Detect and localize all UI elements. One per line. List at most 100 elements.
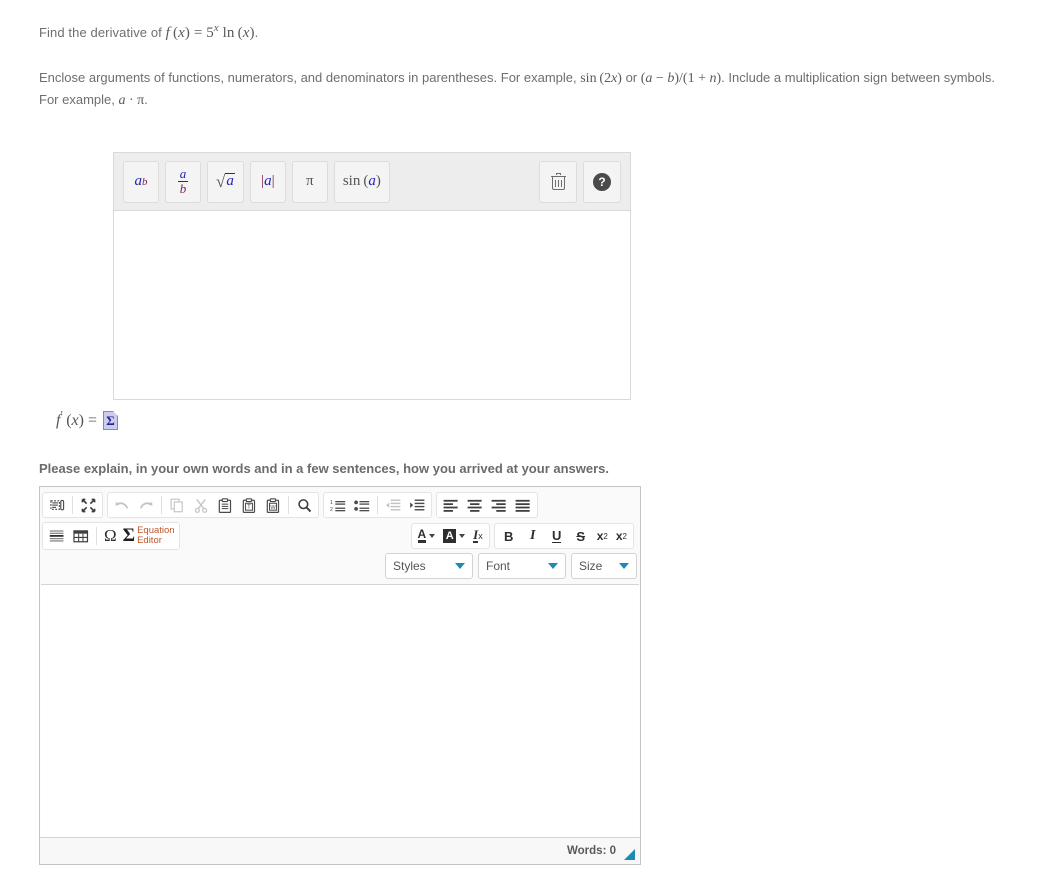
strikethrough-glyph: S (576, 528, 586, 544)
separator (72, 496, 73, 514)
text-color-icon: A (417, 527, 427, 543)
find-button[interactable] (293, 494, 315, 516)
size-select[interactable]: Size (571, 553, 637, 579)
rte-toolbar-row-1: T W 1 2 (42, 490, 638, 520)
rte-content-area[interactable] (41, 584, 639, 837)
italic-glyph: I (529, 528, 536, 543)
align-center-button[interactable] (464, 494, 486, 516)
superscript-button[interactable]: x2 (613, 525, 630, 547)
explain-prompt: Please explain, in your own words and in… (39, 461, 610, 476)
rte-group-insert: Ω Σ Equation Editor (42, 522, 180, 550)
math-input-field[interactable] (113, 210, 631, 400)
rte-group-color: A A Ix (410, 523, 490, 549)
sigma-icon: Σ (122, 525, 136, 546)
equation-editor-label: Equation Editor (137, 526, 175, 546)
increase-indent-button[interactable] (406, 494, 428, 516)
instructions-text: Enclose arguments of functions, numerato… (39, 67, 999, 111)
instructions-example-mult: a · π (118, 93, 145, 108)
instructions-example-sin: sin (2x) (580, 71, 622, 86)
equation-editor-button[interactable]: Σ Equation Editor (121, 524, 177, 548)
styles-select-label: Styles (393, 559, 426, 573)
chevron-down-icon (548, 563, 558, 569)
square-root-button[interactable]: √ a (207, 160, 244, 203)
cut-button[interactable] (190, 494, 212, 516)
underline-button[interactable]: U (546, 525, 568, 547)
align-left-button[interactable] (440, 494, 462, 516)
trash-icon (550, 173, 566, 190)
svg-text:W: W (270, 504, 276, 510)
absolute-value-button[interactable]: | a | (249, 160, 286, 203)
chevron-down-icon (619, 563, 629, 569)
separator (96, 527, 97, 545)
italic-button[interactable]: I (522, 525, 544, 547)
remove-format-sub: x (478, 531, 483, 541)
copy-button[interactable] (166, 494, 188, 516)
svg-text:1: 1 (330, 500, 333, 506)
instructions-part3: . (144, 92, 148, 107)
instructions-example-frac: (a − b)/(1 + n) (640, 71, 722, 86)
chevron-down-icon (455, 563, 465, 569)
answer-row: f′ (x) = Σ (56, 409, 118, 430)
rte-group-clipboard: T W (107, 492, 319, 518)
background-color-icon: A (443, 529, 457, 543)
word-count: Words: 0 (567, 845, 616, 857)
omega-icon: Ω (104, 526, 117, 545)
rte-group-basic-styles: B I U S x2 x2 (493, 523, 634, 549)
paste-button[interactable] (214, 494, 236, 516)
sigma-glyph: Σ (106, 412, 115, 428)
question-prefix: Find the derivative of (39, 25, 166, 40)
question-suffix: . (254, 25, 259, 40)
text-color-button[interactable]: A (415, 525, 439, 547)
separator (288, 496, 289, 514)
bulleted-list-button[interactable] (351, 494, 373, 516)
svg-text:T: T (247, 504, 251, 510)
instructions-conjunction: or (621, 70, 641, 85)
undo-button[interactable] (111, 494, 133, 516)
bold-glyph: B (504, 528, 514, 544)
equation-editor-line2: Editor (137, 535, 162, 546)
rte-toolbar: T W 1 2 Ω Σ Equation Editor A A I x B I … (40, 487, 640, 584)
subscript-button[interactable]: x2 (594, 525, 611, 547)
sine-button[interactable]: sin (a) (333, 160, 390, 203)
separator (377, 496, 378, 514)
decrease-indent-button[interactable] (382, 494, 404, 516)
align-right-button[interactable] (488, 494, 510, 516)
numbered-list-button[interactable]: 1 2 (327, 494, 349, 516)
help-button[interactable]: ? (583, 160, 621, 203)
clear-button[interactable] (539, 160, 577, 203)
subscript-glyph: x (596, 529, 604, 543)
remove-format-button[interactable]: Ix (470, 525, 486, 547)
background-color-button[interactable]: A (440, 525, 468, 547)
font-select-label: Font (486, 559, 511, 573)
styles-select[interactable]: Styles (385, 553, 473, 579)
rich-text-editor: T W 1 2 Ω Σ Equation Editor A A I x B I … (39, 486, 641, 865)
math-editor: ab a b √ a | a | π sin (a) ? (113, 152, 631, 400)
instructions-part1: Enclose arguments of functions, numerato… (39, 70, 581, 85)
rte-toolbar-row-3: Styles Font Size (42, 552, 638, 580)
underline-glyph: U (552, 528, 562, 543)
subscript-affix: 2 (603, 531, 608, 541)
pi-button[interactable]: π (291, 160, 328, 203)
help-icon: ? (593, 172, 611, 191)
bold-button[interactable]: B (498, 525, 520, 547)
redo-button[interactable] (135, 494, 157, 516)
paste-word-button[interactable]: W (262, 494, 284, 516)
strikethrough-button[interactable]: S (570, 525, 592, 547)
rte-group-document (42, 492, 103, 518)
font-select[interactable]: Font (478, 553, 566, 579)
paste-text-button[interactable]: T (238, 494, 260, 516)
templates-button[interactable] (46, 494, 68, 516)
horizontal-rule-button[interactable] (46, 525, 68, 547)
chevron-down-icon (459, 534, 466, 538)
power-button[interactable]: ab (123, 160, 159, 203)
resize-grip[interactable] (624, 848, 635, 860)
answer-label: f′ (x) = (56, 409, 97, 429)
fraction-button[interactable]: a b (165, 160, 201, 203)
separator (161, 496, 162, 514)
maximize-button[interactable] (77, 494, 99, 516)
special-char-button[interactable]: Ω (101, 525, 120, 547)
rte-toolbar-row-2: Ω Σ Equation Editor A A I x B I U S x 2 … (42, 520, 638, 552)
table-button[interactable] (70, 525, 92, 547)
sigma-page-icon[interactable]: Σ (102, 411, 118, 430)
justify-button[interactable] (512, 494, 534, 516)
